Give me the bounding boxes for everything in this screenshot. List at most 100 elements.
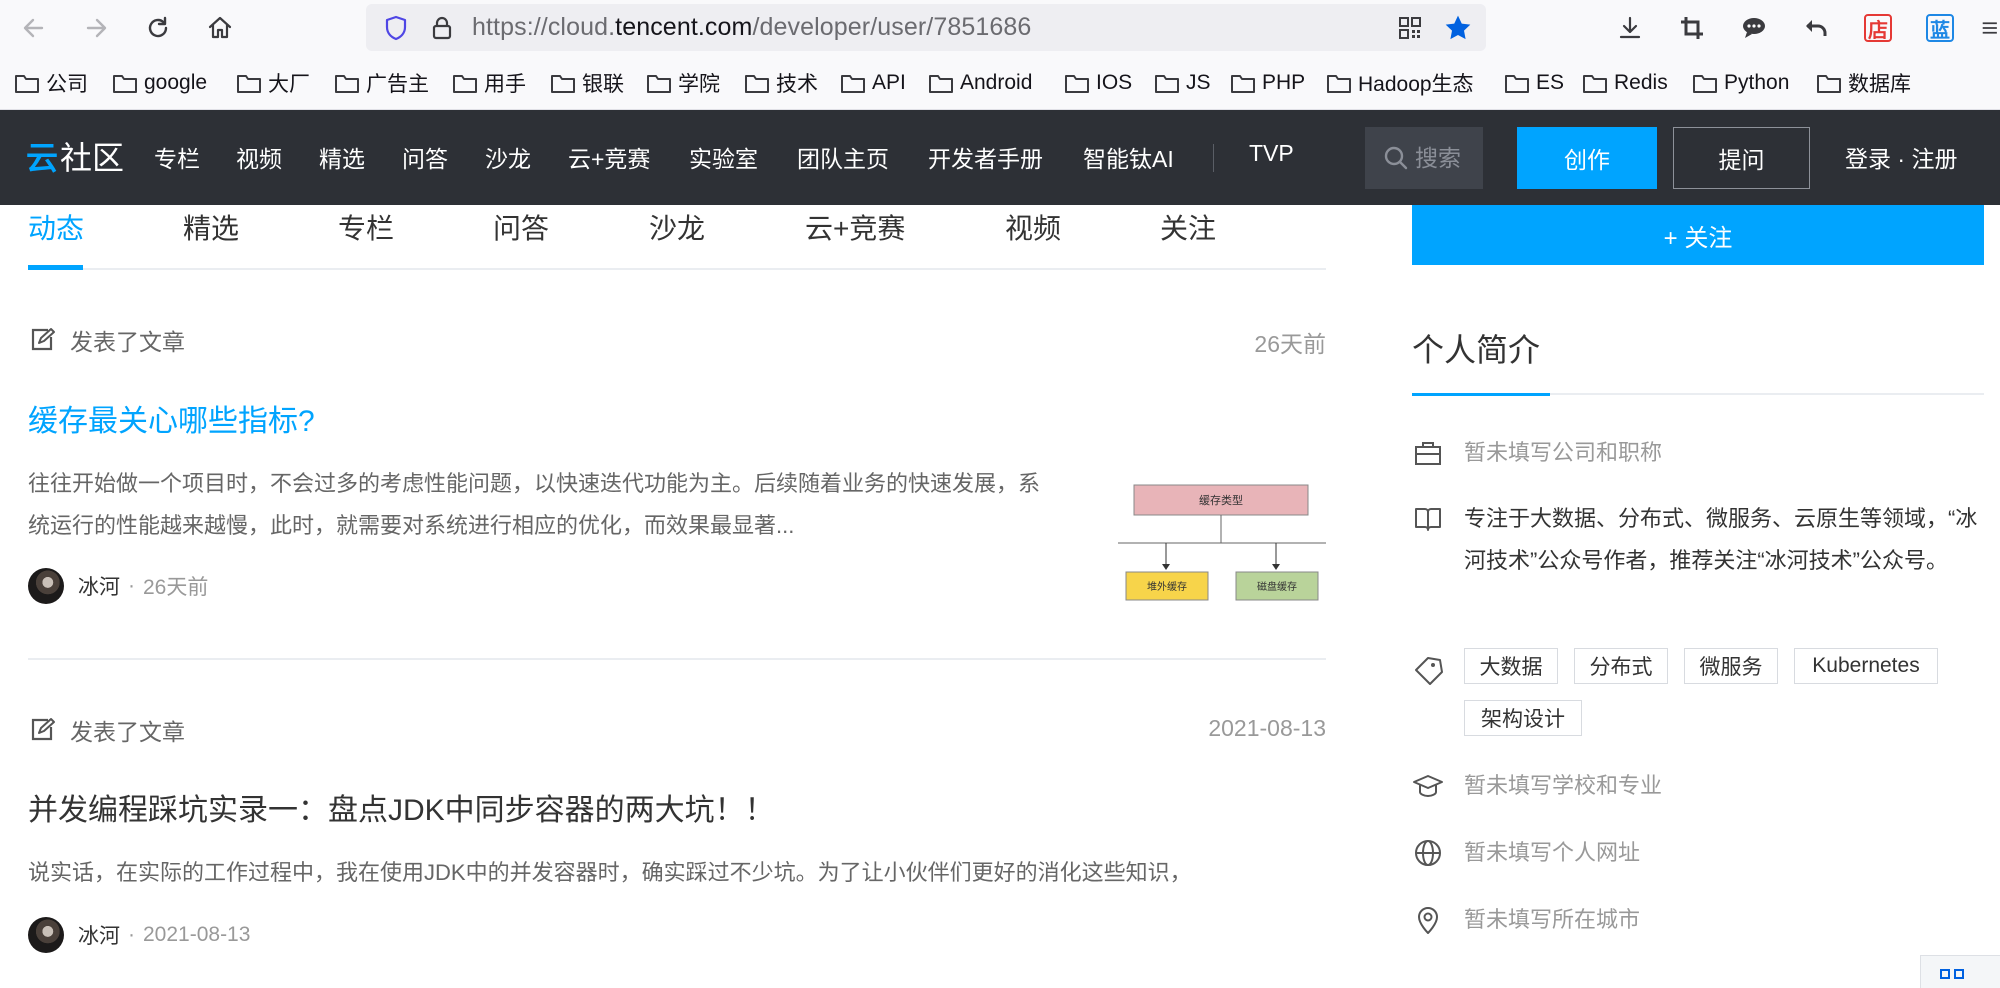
create-button[interactable]: 创作 <box>1517 127 1657 189</box>
bookmark-folder[interactable]: 公司 <box>14 68 88 98</box>
author-name[interactable]: 冰河 <box>78 920 120 950</box>
tag-item[interactable]: 架构设计 <box>1464 700 1582 736</box>
company-text: 暂未填写公司和职称 <box>1464 440 1663 465</box>
article-title-link[interactable]: 并发编程踩坑实录一：盘点JDK中同步容器的两大坑！！ <box>28 785 775 829</box>
crop-icon[interactable] <box>1672 8 1712 48</box>
tag-item[interactable]: Kubernetes <box>1794 648 1938 684</box>
undo-icon[interactable] <box>1796 8 1836 48</box>
shield-icon[interactable] <box>380 12 412 44</box>
bookmark-folder[interactable]: 广告主 <box>334 68 429 98</box>
chat-icon[interactable] <box>1734 8 1774 48</box>
bookmark-label: 大厂 <box>268 73 310 96</box>
qrcode-icon[interactable] <box>1394 12 1426 44</box>
avatar[interactable] <box>28 568 64 604</box>
author-name[interactable]: 冰河 <box>78 571 120 601</box>
feed-action-label: 发表了文章 <box>70 719 185 745</box>
bookmark-label: 广告主 <box>366 73 429 96</box>
thumb-left-label: 堆外缓存 <box>1147 580 1187 593</box>
tab-featured[interactable]: 精选 <box>183 205 239 268</box>
article-thumbnail[interactable]: 缓存类型 堆外缓存 磁盘缓存 <box>1118 468 1326 628</box>
qrcode-float-widget[interactable] <box>1920 955 2000 988</box>
bookmark-folder[interactable]: 技术 <box>744 68 818 98</box>
bookmark-folder[interactable]: PHP <box>1230 68 1305 98</box>
tag-item[interactable]: 分布式 <box>1574 648 1668 684</box>
nav-link-competition[interactable]: 云+竞赛 <box>568 140 650 174</box>
reload-button[interactable] <box>138 8 178 48</box>
home-button[interactable] <box>200 8 240 48</box>
feed-item: 发表了文章 2021-08-13 并发编程踩坑实录一：盘点JDK中同步容器的两大… <box>28 713 1326 973</box>
avatar[interactable] <box>28 917 64 953</box>
tab-follow[interactable]: 关注 <box>1160 205 1216 268</box>
tab-activity[interactable]: 动态 <box>28 205 84 268</box>
website-text: 暂未填写个人网址 <box>1464 840 1641 865</box>
url-prefix: https://cloud. <box>472 13 616 41</box>
qrcode-icon <box>1940 969 1964 979</box>
book-icon <box>1415 508 1441 531</box>
nav-link-tvp[interactable]: TVP <box>1249 140 1294 167</box>
bookmark-folder[interactable]: 学院 <box>646 68 720 98</box>
search-box[interactable] <box>1365 127 1483 189</box>
logo-text: 社区 <box>60 140 125 176</box>
tag-item[interactable]: 大数据 <box>1464 648 1558 684</box>
nav-link-featured[interactable]: 精选 <box>319 140 365 174</box>
bookmark-folder[interactable]: Python <box>1692 68 1789 98</box>
search-input[interactable] <box>1415 141 1477 175</box>
nav-link-video[interactable]: 视频 <box>236 140 282 174</box>
bookmark-folder[interactable]: Redis <box>1582 68 1668 98</box>
shop-extension-icon[interactable]: 店 <box>1858 8 1898 48</box>
nav-link-dev-manual[interactable]: 开发者手册 <box>928 140 1043 174</box>
nav-link-team[interactable]: 团队主页 <box>797 140 889 174</box>
bookmark-folder[interactable]: Hadoop生态 <box>1326 68 1474 98</box>
url-bar[interactable]: https://cloud.tencent.com/developer/user… <box>366 4 1486 51</box>
location-pin-icon <box>1418 907 1438 934</box>
article-title-link[interactable]: 缓存最关心哪些指标? <box>28 396 315 440</box>
tab-qa[interactable]: 问答 <box>493 205 549 268</box>
bookmark-label: ES <box>1536 71 1565 94</box>
tab-column[interactable]: 专栏 <box>338 205 394 268</box>
bookmark-folder[interactable]: API <box>840 68 906 98</box>
tag-item[interactable]: 微服务 <box>1684 648 1778 684</box>
download-icon[interactable] <box>1610 8 1650 48</box>
feed-action: 发表了文章 <box>28 713 185 747</box>
bookmark-folder[interactable]: 用手 <box>452 68 526 98</box>
bookmark-folder[interactable]: IOS <box>1064 68 1132 98</box>
follow-button[interactable]: + 关注 <box>1412 205 1984 265</box>
bookmark-star-icon[interactable] <box>1442 12 1474 44</box>
tab-video[interactable]: 视频 <box>1005 205 1061 268</box>
nav-link-column[interactable]: 专栏 <box>154 140 200 174</box>
menu-icon[interactable] <box>1978 8 2000 48</box>
feed-item: 发表了文章 26天前 缓存最关心哪些指标? 往往开始做一个项目时，不会过多的考虑… <box>28 323 1326 613</box>
pinyin-extension-icon[interactable]: 蓝 <box>1920 8 1960 48</box>
nav-link-qa[interactable]: 问答 <box>402 140 448 174</box>
bookmark-label: PHP <box>1262 71 1306 94</box>
edit-icon <box>31 328 55 351</box>
bookmark-label: google <box>144 71 208 94</box>
folder-icon <box>237 75 261 93</box>
site-logo[interactable]: 云社区 <box>26 136 124 176</box>
nav-link-lab[interactable]: 实验室 <box>689 140 758 174</box>
bookmark-folder[interactable]: Android <box>928 68 1032 98</box>
login-register-link[interactable]: 登录 · 注册 <box>1845 140 1957 174</box>
bookmark-folder[interactable]: 银联 <box>550 68 624 98</box>
bookmark-folder[interactable]: 数据库 <box>1816 68 1911 98</box>
tab-salon[interactable]: 沙龙 <box>649 205 705 268</box>
folder-icon <box>335 75 359 93</box>
separator-dot: · <box>128 574 135 597</box>
bookmark-folder[interactable]: 大厂 <box>236 68 310 98</box>
forward-button[interactable] <box>76 8 116 48</box>
tab-competition[interactable]: 云+竞赛 <box>805 205 905 268</box>
back-button[interactable] <box>14 8 54 48</box>
bookmark-label: Hadoop生态 <box>1358 73 1474 96</box>
nav-link-ai[interactable]: 智能钛AI <box>1083 140 1174 174</box>
nav-link-salon[interactable]: 沙龙 <box>485 140 531 174</box>
lock-icon[interactable] <box>426 12 458 44</box>
ask-button[interactable]: 提问 <box>1673 127 1810 189</box>
article-author: 冰河 · 26天前 <box>28 568 208 604</box>
bookmark-label: JS <box>1186 71 1211 94</box>
url-text[interactable]: https://cloud.tencent.com/developer/user… <box>472 13 1031 42</box>
folder-icon <box>1693 75 1717 93</box>
bookmark-folder[interactable]: ES <box>1504 68 1564 98</box>
school-text: 暂未填写学校和专业 <box>1464 773 1663 798</box>
bookmark-folder[interactable]: google <box>112 68 207 98</box>
bookmark-folder[interactable]: JS <box>1154 68 1211 98</box>
